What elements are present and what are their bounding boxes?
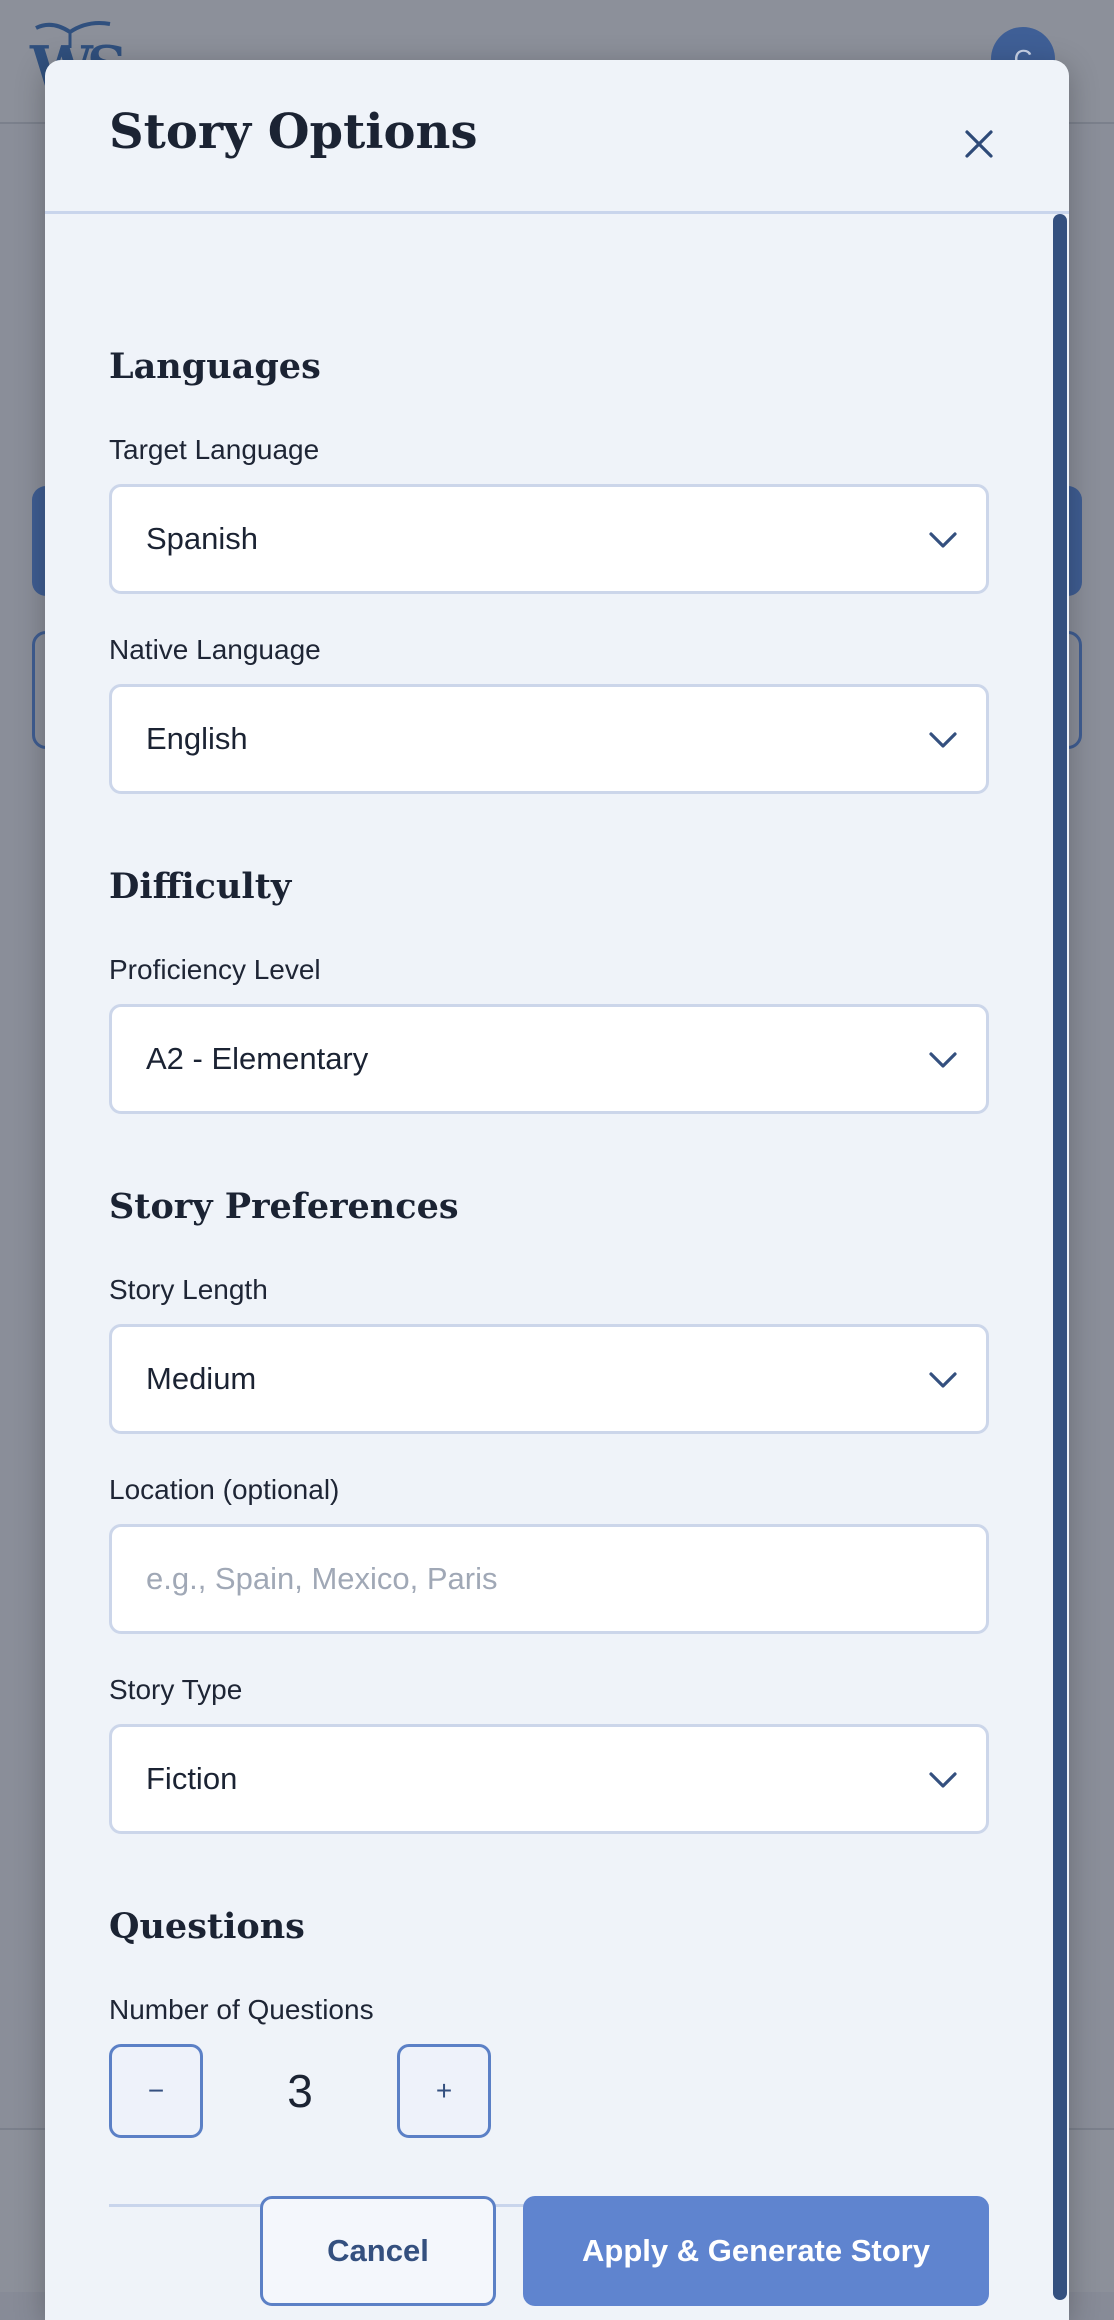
increment-button[interactable]: +: [397, 2044, 491, 2138]
modal-header: Story Options: [45, 60, 1069, 214]
close-button[interactable]: [945, 110, 1013, 178]
native-language-select[interactable]: English: [109, 684, 989, 794]
proficiency-level-select[interactable]: A2 - Elementary: [109, 1004, 989, 1114]
target-language-label: Target Language: [109, 434, 319, 466]
section-title-questions: Questions: [109, 1906, 305, 1947]
story-length-select[interactable]: Medium: [109, 1324, 989, 1434]
story-type-value: Fiction: [146, 1761, 237, 1797]
close-icon: [964, 129, 994, 159]
questions-count-value: 3: [253, 2044, 347, 2138]
section-title-difficulty: Difficulty: [109, 866, 291, 907]
decrement-button[interactable]: −: [109, 2044, 203, 2138]
proficiency-level-label: Proficiency Level: [109, 954, 321, 986]
chevron-down-icon: [926, 723, 960, 757]
location-input[interactable]: e.g., Spain, Mexico, Paris: [109, 1524, 989, 1634]
scrollbar[interactable]: [1053, 214, 1067, 2300]
story-length-value: Medium: [146, 1361, 256, 1397]
story-options-modal: Story Options Languages Target Language …: [45, 60, 1069, 2320]
section-title-story-preferences: Story Preferences: [109, 1186, 459, 1227]
cancel-button[interactable]: Cancel: [260, 2196, 496, 2306]
native-language-value: English: [146, 721, 248, 757]
modal-title: Story Options: [109, 104, 477, 160]
proficiency-level-value: A2 - Elementary: [146, 1041, 368, 1077]
story-type-label: Story Type: [109, 1674, 242, 1706]
location-placeholder: e.g., Spain, Mexico, Paris: [146, 1561, 498, 1597]
chevron-down-icon: [926, 523, 960, 557]
target-language-select[interactable]: Spanish: [109, 484, 989, 594]
location-label: Location (optional): [109, 1474, 339, 1506]
chevron-down-icon: [926, 1763, 960, 1797]
number-of-questions-label: Number of Questions: [109, 1994, 374, 2026]
section-title-languages: Languages: [109, 346, 321, 387]
chevron-down-icon: [926, 1043, 960, 1077]
chevron-down-icon: [926, 1363, 960, 1397]
native-language-label: Native Language: [109, 634, 321, 666]
story-length-label: Story Length: [109, 1274, 268, 1306]
target-language-value: Spanish: [146, 521, 258, 557]
story-type-select[interactable]: Fiction: [109, 1724, 989, 1834]
apply-generate-button[interactable]: Apply & Generate Story: [523, 2196, 989, 2306]
